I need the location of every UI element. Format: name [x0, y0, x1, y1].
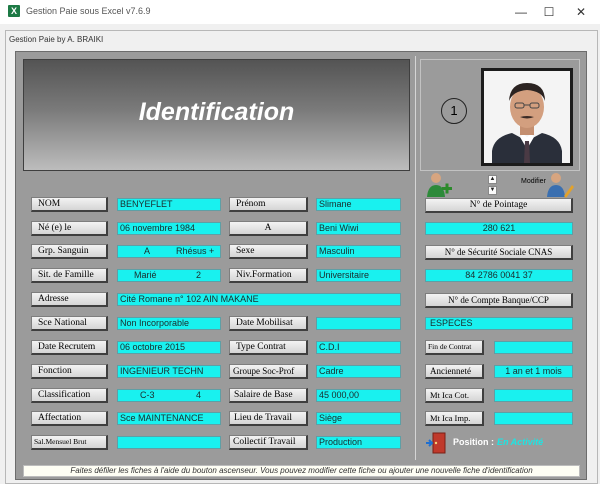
field-classification[interactable]: C-3 4 — [117, 389, 221, 402]
label-niv-formation: Niv.Formation — [229, 268, 308, 283]
field-grp-sanguin-group: A — [144, 246, 151, 256]
label-fin-contrat: Fin de Contrat — [425, 340, 484, 355]
label-pointage: N° de Pointage — [425, 198, 573, 213]
employee-photo — [481, 68, 573, 166]
close-button[interactable]: ✕ — [568, 2, 594, 22]
field-type-contrat[interactable]: C.D.I — [316, 341, 401, 354]
header-title: Identification — [138, 98, 295, 126]
spin-down-button[interactable]: ▼ — [488, 186, 497, 195]
field-lieu-travail[interactable]: Siège — [316, 412, 401, 425]
minimize-button[interactable]: — — [508, 2, 534, 22]
field-sit-famille[interactable]: Marié 2 — [117, 269, 221, 282]
field-affectation[interactable]: Sce MAINTENANCE — [117, 412, 221, 425]
field-classification-class: C-3 — [140, 390, 155, 400]
label-anciennete: Ancienneté — [425, 364, 484, 379]
label-date-mobilisat: Date Mobilisat — [229, 316, 308, 331]
field-nom[interactable]: BENYEFLET — [117, 198, 221, 211]
label-date-recrutem: Date Recrutem — [31, 340, 108, 355]
field-pointage[interactable]: 280 621 — [425, 222, 573, 235]
field-lieu-naissance[interactable]: Beni Wiwi — [316, 222, 401, 235]
modify-employee-icon[interactable] — [546, 170, 574, 198]
field-ne-le[interactable]: 06 novembre 1984 — [117, 222, 221, 235]
maximize-button[interactable]: ☐ — [536, 2, 562, 22]
field-adresse[interactable]: Cité Romane n° 102 AIN MAKANE — [117, 293, 401, 306]
label-type-contrat: Type Contrat — [229, 340, 308, 355]
field-classification-echelon: 4 — [196, 390, 202, 400]
label-sexe: Sexe — [229, 244, 308, 259]
label-lieu-naissance: A — [229, 221, 308, 236]
label-sce-national: Sce National — [31, 316, 108, 331]
panel-divider — [415, 56, 416, 460]
field-securite-sociale[interactable]: 84 2786 0041 37 — [425, 269, 573, 282]
label-compte-banque: N° de Compte Banque/CCP — [425, 293, 573, 308]
field-grp-sanguin-rhesus: Rhésus + — [176, 246, 215, 256]
field-sce-national[interactable]: Non Incorporable — [117, 317, 221, 330]
label-fonction: Fonction — [31, 364, 108, 379]
field-fonction[interactable]: INGENIEUR TECHN — [117, 365, 221, 378]
label-affectation: Affectation — [31, 411, 108, 426]
label-collectif-travail: Collectif Travail — [229, 435, 308, 450]
position-value: En Activité — [497, 437, 544, 447]
field-groupe-soc-prof[interactable]: Cadre — [316, 365, 401, 378]
field-salaire-base[interactable]: 45 000,00 — [316, 389, 401, 402]
footer-hint: Faites défiler les fiches à l'aide du bo… — [23, 465, 580, 477]
field-grp-sanguin[interactable]: A Rhésus + — [117, 245, 221, 258]
record-number: 1 — [441, 98, 467, 124]
add-employee-icon[interactable] — [425, 170, 453, 198]
label-mt-ica-imp: Mt Ica Imp. — [425, 411, 484, 426]
field-compte-banque[interactable]: ESPECES — [425, 317, 573, 330]
label-adresse: Adresse — [31, 292, 108, 307]
label-salaire-base: Salaire de Base — [229, 388, 308, 403]
excel-icon: X — [8, 5, 20, 17]
label-lieu-travail: Lieu de Travail — [229, 411, 308, 426]
field-niv-formation[interactable]: Universitaire — [316, 269, 401, 282]
label-securite-sociale: N° de Sécurité Sociale CNAS — [425, 245, 573, 260]
exit-door-icon[interactable] — [425, 432, 449, 454]
field-sit-famille-enfants: 2 — [196, 270, 202, 280]
field-date-mobilisat[interactable] — [316, 317, 401, 330]
label-prenom: Prénom — [229, 197, 308, 212]
field-prenom[interactable]: Slimane — [316, 198, 401, 211]
field-sal-mensuel-brut[interactable] — [117, 436, 221, 449]
label-grp-sanguin: Grp. Sanguin — [31, 244, 108, 259]
position-label: Position : — [453, 437, 494, 447]
window-titlebar: X Gestion Paie sous Excel v7.6.9 — ☐ ✕ — [0, 0, 600, 24]
form-title: Gestion Paie by A. BRAIKI — [9, 35, 104, 44]
spin-up-button[interactable]: ▲ — [488, 175, 497, 184]
window-title: Gestion Paie sous Excel v7.6.9 — [26, 6, 151, 16]
label-nom: NOM — [31, 197, 108, 212]
label-groupe-soc-prof: Groupe Soc-Prof — [229, 364, 308, 379]
field-date-recrutem[interactable]: 06 octobre 2015 — [117, 341, 221, 354]
label-classification: Classification — [31, 388, 108, 403]
label-sit-famille: Sit. de Famille — [31, 268, 108, 283]
field-fin-contrat[interactable] — [494, 341, 573, 354]
field-collectif-travail[interactable]: Production — [316, 436, 401, 449]
label-ne-le: Né (e) le — [31, 221, 108, 236]
field-sit-famille-status: Marié — [134, 270, 157, 280]
field-sexe[interactable]: Masculin — [316, 245, 401, 258]
modifier-label: Modifier — [521, 178, 546, 185]
label-mt-ica-cot: Mt Ica Cot. — [425, 388, 484, 403]
label-sal-mensuel-brut: Sal.Mensuel Brut — [31, 435, 108, 450]
field-mt-ica-imp[interactable] — [494, 412, 573, 425]
field-anciennete[interactable]: 1 an et 1 mois — [494, 365, 573, 378]
field-mt-ica-cot[interactable] — [494, 389, 573, 402]
